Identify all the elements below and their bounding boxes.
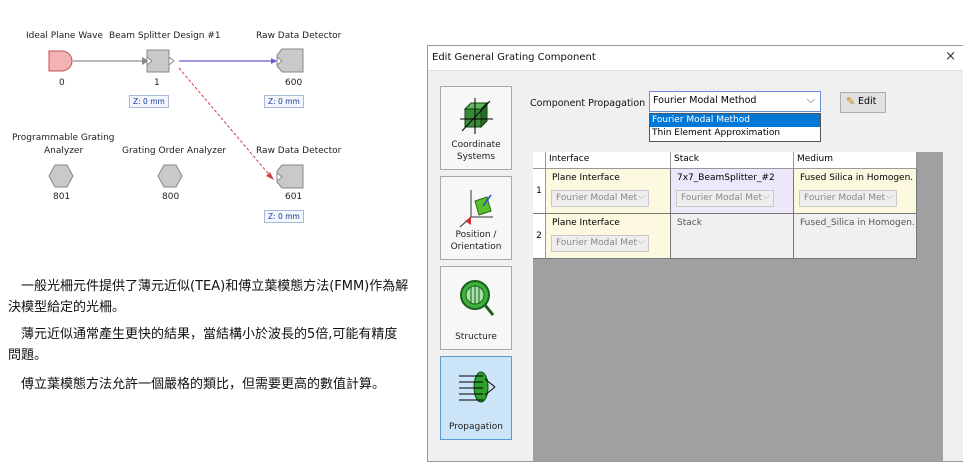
propagation-method-select[interactable]: Fourier Modal Method ⌵ xyxy=(649,91,821,112)
medium-1-method-select[interactable]: Fourier Modal Met ⌵ xyxy=(799,190,897,207)
ideal-plane-wave-id: 0 xyxy=(59,78,65,88)
medium-2-name: Fused_Silica in Homogen... xyxy=(800,218,914,228)
propagation-beam-icon xyxy=(459,371,496,403)
description-paragraph-3: 傅立葉模態方法允許一個嚴格的類比，但需要更高的數值計算。 xyxy=(8,377,386,392)
ideal-plane-wave-node[interactable] xyxy=(48,50,76,72)
layer-table: Interface Stack Medium 1 Plane Interface… xyxy=(533,152,943,461)
description-paragraph-1: 一般光柵元件提供了薄元近似(TEA)和傅立葉模態方法(FMM)作為解決模型給定的… xyxy=(8,279,409,315)
beam-splitter-id: 1 xyxy=(154,78,160,88)
grating-analyzer-id: 801 xyxy=(53,192,71,202)
column-header-stack: Stack xyxy=(671,152,794,169)
tab-structure-label: Structure xyxy=(455,332,497,342)
tab-position-label-2: Orientation xyxy=(450,242,502,252)
raw-detector-2-label: Raw Data Detector xyxy=(256,146,342,156)
raw-detector-1-id: 600 xyxy=(285,78,303,88)
component-propagation-label: Component Propagation xyxy=(530,98,646,109)
cell-medium-2[interactable]: Fused_Silica in Homogen... xyxy=(794,214,917,259)
raw-detector-2-id: 601 xyxy=(285,192,303,202)
structure-lens-icon xyxy=(460,280,495,316)
beam-splitter-node[interactable] xyxy=(146,49,180,73)
chevron-down-icon: ⌵ xyxy=(637,236,645,247)
cell-medium-1[interactable]: Fused Silica in Homogen... Fourier Modal… xyxy=(794,169,917,214)
header-stack-label: Stack xyxy=(674,154,699,164)
tab-propagation[interactable]: Propagation xyxy=(440,356,512,440)
column-header-medium: Medium xyxy=(794,152,917,169)
position-axes-icon xyxy=(459,190,493,228)
row-number-2: 2 xyxy=(533,214,546,259)
order-analyzer-node[interactable] xyxy=(157,164,183,188)
beam-splitter-z-tag: Z: 0 mm xyxy=(129,95,169,108)
propagation-method-dropdown: Fourier Modal Method Thin Element Approx… xyxy=(649,113,821,142)
dialog-title: Edit General Grating Component xyxy=(432,52,596,63)
table-corner xyxy=(533,152,546,169)
grating-analyzer-node[interactable] xyxy=(48,164,74,188)
tab-coordinate-label-2: Systems xyxy=(456,152,496,162)
cell-stack-1[interactable]: 7x7_BeamSplitter_#2 Fourier Modal Met ⌵ xyxy=(671,169,794,214)
chevron-down-icon[interactable]: ⌵ xyxy=(807,93,815,107)
chevron-down-icon: ⌵ xyxy=(885,191,893,202)
order-analyzer-id: 800 xyxy=(162,192,180,202)
cell-interface-1[interactable]: Plane Interface Fourier Modal Met ⌵ xyxy=(546,169,671,214)
grating-analyzer-label-1: Programmable Grating xyxy=(12,133,115,143)
stack-1-name: 7x7_BeamSplitter_#2 xyxy=(677,173,775,183)
header-medium-label: Medium xyxy=(797,154,833,164)
dialog-titlebar: Edit General Grating Component × xyxy=(428,46,963,71)
stack-1-method: Fourier Modal Met xyxy=(681,193,763,203)
cell-stack-2[interactable]: Stack xyxy=(671,214,794,259)
raw-detector-1-z-tag: Z: 0 mm xyxy=(264,95,304,108)
stack-1-method-select[interactable]: Fourier Modal Met ⌵ xyxy=(676,190,774,207)
dropdown-option-fmm[interactable]: Fourier Modal Method xyxy=(650,114,820,127)
tab-position-orientation[interactable]: Position / Orientation xyxy=(440,176,512,260)
interface-2-method: Fourier Modal Met xyxy=(556,238,638,248)
row-number-1: 1 xyxy=(533,169,546,214)
medium-1-method: Fourier Modal Met xyxy=(804,193,886,203)
close-icon[interactable]: × xyxy=(945,49,956,64)
medium-1-name: Fused Silica in Homogen... xyxy=(800,173,914,183)
interface-2-method-select[interactable]: Fourier Modal Met ⌵ xyxy=(551,235,649,252)
edit-button-label: Edit xyxy=(858,96,877,107)
column-header-interface: Interface xyxy=(546,152,671,169)
coordinate-cube-icon xyxy=(460,98,493,134)
grating-analyzer-label-2: Analyzer xyxy=(44,146,84,156)
interface-2-name: Plane Interface xyxy=(552,218,620,228)
stack-2-name: Stack xyxy=(677,218,702,228)
tab-position-label-1: Position / xyxy=(455,230,497,240)
raw-detector-1-label: Raw Data Detector xyxy=(256,31,342,41)
chevron-down-icon: ⌵ xyxy=(637,191,645,202)
dropdown-option-tea[interactable]: Thin Element Approximation xyxy=(650,127,820,140)
interface-1-name: Plane Interface xyxy=(552,173,620,183)
header-interface-label: Interface xyxy=(549,154,590,164)
tab-structure[interactable]: Structure xyxy=(440,266,512,350)
raw-detector-1-node[interactable] xyxy=(276,48,306,74)
tab-propagation-label: Propagation xyxy=(449,422,503,432)
tab-coordinate-label-1: Coordinate xyxy=(451,140,501,150)
interface-1-method: Fourier Modal Met xyxy=(556,193,638,203)
edit-grating-dialog: Edit General Grating Component × Coordin… xyxy=(427,45,963,462)
pencil-icon: ✎ xyxy=(846,95,856,108)
beam-splitter-label: Beam Splitter Design #1 xyxy=(109,31,221,41)
order-analyzer-label: Grating Order Analyzer xyxy=(122,146,227,156)
tab-coordinate-systems[interactable]: Coordinate Systems xyxy=(440,86,512,170)
propagation-method-value: Fourier Modal Method xyxy=(653,95,757,106)
edit-button[interactable]: ✎ Edit xyxy=(840,92,886,113)
raw-detector-2-z-tag: Z: 0 mm xyxy=(264,210,304,223)
raw-detector-2-node[interactable] xyxy=(276,164,306,190)
interface-1-method-select[interactable]: Fourier Modal Met ⌵ xyxy=(551,190,649,207)
ideal-plane-wave-label: Ideal Plane Wave xyxy=(26,31,104,41)
chevron-down-icon: ⌵ xyxy=(762,191,770,202)
cell-interface-2[interactable]: Plane Interface Fourier Modal Met ⌵ xyxy=(546,214,671,259)
description-paragraph-2: 薄元近似通常產生更快的結果，當結構小於波長的5倍,可能有精度問題。 xyxy=(8,327,398,363)
